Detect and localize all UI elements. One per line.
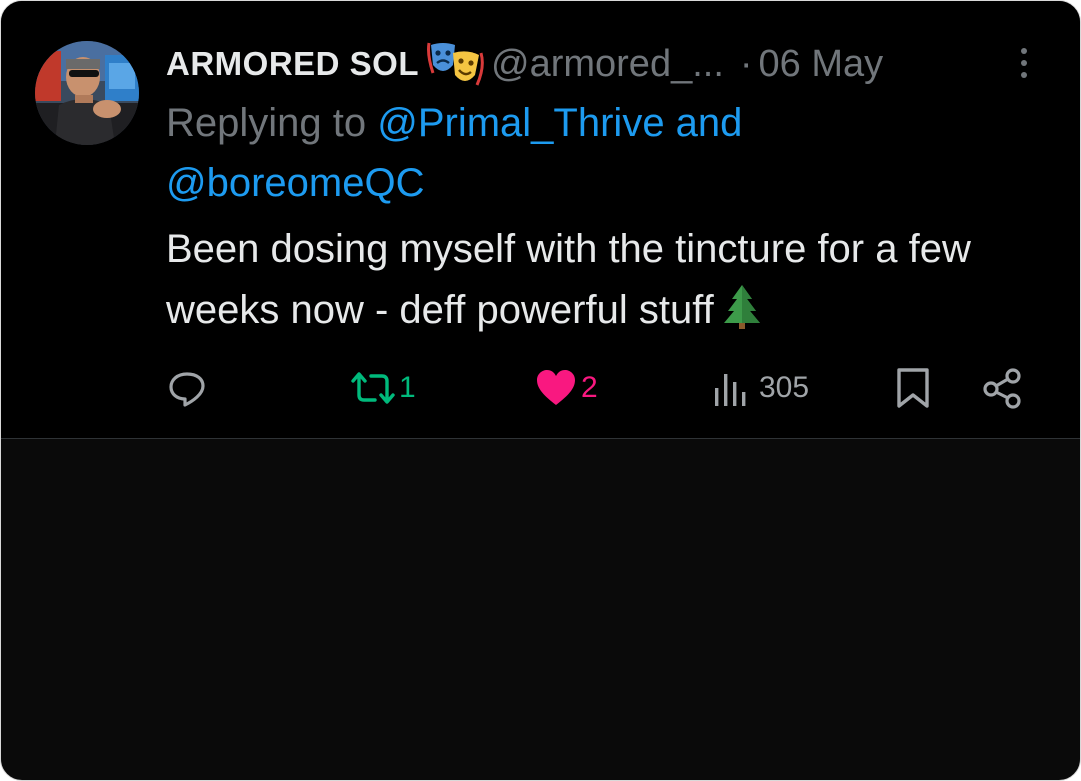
handle[interactable]: @armored_... — [491, 43, 724, 86]
performing-arts-icon — [427, 42, 484, 86]
retweet-button[interactable]: 1 — [349, 367, 416, 409]
more-options-icon[interactable] — [1014, 45, 1034, 81]
bookmark-button[interactable] — [895, 367, 931, 409]
mention-link[interactable]: @boreomeQC — [166, 161, 424, 205]
tweet-text: Been dosing myself with the tincture for… — [166, 219, 1056, 341]
replying-to: Replying to @Primal_Thrive and @boreomeQ… — [166, 93, 866, 213]
avatar[interactable] — [35, 41, 139, 145]
replying-label: Replying to — [166, 101, 378, 145]
tweet[interactable]: ARMORED SOL @armored_... · 06 May Replyi… — [1, 1, 1080, 439]
heart-icon — [537, 370, 575, 405]
share-icon — [983, 368, 1021, 409]
reply-icon — [169, 372, 205, 407]
reply-button[interactable] — [167, 367, 207, 409]
views-button[interactable]: 305 — [713, 367, 809, 409]
retweet-count: 1 — [399, 371, 416, 404]
screenshot-frame: ARMORED SOL @armored_... · 06 May Replyi… — [0, 0, 1081, 781]
like-button[interactable]: 2 — [535, 367, 598, 409]
timestamp[interactable]: 06 May — [759, 43, 884, 86]
separator: · — [739, 42, 753, 85]
display-name[interactable]: ARMORED SOL — [166, 45, 419, 83]
share-button[interactable] — [981, 367, 1023, 409]
tweet-body: Been dosing myself with the tincture for… — [166, 227, 971, 332]
like-count: 2 — [581, 371, 598, 404]
mention-joiner[interactable]: and — [665, 101, 743, 145]
bookmark-icon — [897, 368, 929, 408]
evergreen-tree-icon — [723, 285, 760, 329]
views-icon — [715, 374, 746, 406]
tweet-header: ARMORED SOL @armored_... · 06 May — [166, 39, 883, 89]
retweet-icon — [351, 372, 395, 404]
views-count: 305 — [759, 371, 810, 404]
avatar-image — [35, 41, 139, 145]
mention-link[interactable]: @Primal_Thrive — [377, 101, 664, 145]
